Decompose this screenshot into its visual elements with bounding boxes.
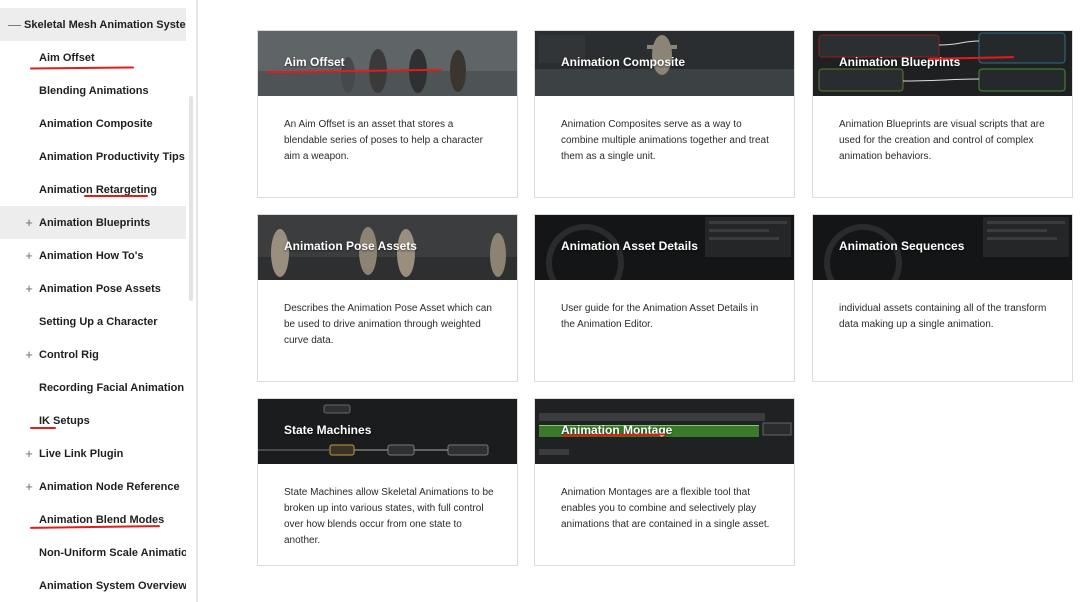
sidebar-item-animation-pose-assets[interactable]: + Animation Pose Assets <box>0 272 186 305</box>
card-title: Aim Offset <box>284 55 345 69</box>
card-title: Animation Blueprints <box>839 55 961 69</box>
card-thumbnail: State Machines <box>258 399 517 464</box>
sidebar-item-label: Blending Animations <box>39 84 149 97</box>
sidebar-item-animation-productivity-tips[interactable]: Animation Productivity Tips ... <box>0 140 186 173</box>
card-title: Animation Montage <box>561 423 673 437</box>
card-description: Animation Blueprints are visual scripts … <box>839 119 1045 162</box>
sidebar-item-recording-facial-animation[interactable]: Recording Facial Animation ... <box>0 371 186 404</box>
sidebar-nav: — Skeletal Mesh Animation System Aim Off… <box>0 0 186 602</box>
card-description: Animation Montages are a flexible tool t… <box>561 487 770 530</box>
card-title: State Machines <box>284 423 372 437</box>
sidebar-item-animation-how-tos[interactable]: + Animation How To's <box>0 239 186 272</box>
card-description: User guide for the Animation Asset Detai… <box>561 303 759 330</box>
sidebar-item-label: Animation Pose Assets <box>39 282 161 295</box>
sidebar-item-live-link-plugin[interactable]: + Live Link Plugin <box>0 437 186 470</box>
card-thumbnail: Aim Offset <box>258 31 517 96</box>
sidebar-item-animation-blend-modes[interactable]: Animation Blend Modes <box>0 503 186 536</box>
sidebar-item-label: Animation Productivity Tips ... <box>39 150 186 163</box>
card-animation-montage[interactable]: Animation Montage Animation Montages are… <box>534 398 795 566</box>
card-thumbnail: Animation Asset Details <box>535 215 794 280</box>
sidebar-item-animation-blueprints[interactable]: + Animation Blueprints <box>0 206 186 239</box>
sidebar-item-label: Aim Offset <box>39 51 95 64</box>
sidebar-item-animation-system-overview[interactable]: Animation System Overview <box>0 569 186 602</box>
card-description: individual assets containing all of the … <box>839 303 1047 330</box>
expand-icon[interactable]: + <box>24 347 34 362</box>
sidebar-item-animation-node-reference[interactable]: + Animation Node Reference <box>0 470 186 503</box>
card-state-machines[interactable]: State Machines State Machines allow Skel… <box>257 398 518 566</box>
sidebar-item-label: Skeletal Mesh Animation System <box>24 18 186 31</box>
sidebar-item-setting-up-a-character[interactable]: Setting Up a Character <box>0 305 186 338</box>
expand-icon[interactable]: + <box>24 215 34 230</box>
sidebar-item-label: Animation Node Reference <box>39 480 180 493</box>
sidebar-item-label: Non-Uniform Scale Animation <box>39 546 186 559</box>
card-animation-pose-assets[interactable]: Animation Pose Assets Describes the Anim… <box>257 214 518 382</box>
card-animation-asset-details[interactable]: Animation Asset Details User guide for t… <box>534 214 795 382</box>
sidebar-item-non-uniform-scale-animation[interactable]: Non-Uniform Scale Animation <box>0 536 186 569</box>
sidebar-item-label: Animation Composite <box>39 117 153 130</box>
sidebar-scrollbar[interactable] <box>189 96 193 301</box>
expand-icon[interactable]: + <box>24 446 34 461</box>
sidebar-item-label: Animation Retargeting <box>39 183 157 196</box>
card-description: Describes the Animation Pose Asset which… <box>284 303 492 346</box>
sidebar-divider <box>196 0 198 602</box>
collapse-icon[interactable]: — <box>8 17 21 32</box>
card-description: State Machines allow Skeletal Animations… <box>284 487 494 546</box>
card-title: Animation Asset Details <box>561 239 698 253</box>
sidebar-item-label: Animation How To's <box>39 249 144 262</box>
sidebar-item-ik-setups[interactable]: IK Setups <box>0 404 186 437</box>
sidebar-item-label: Live Link Plugin <box>39 447 124 460</box>
sidebar-item-animation-retargeting[interactable]: Animation Retargeting <box>0 173 186 206</box>
sidebar-item-blending-animations[interactable]: Blending Animations <box>0 74 186 107</box>
sidebar-item-control-rig[interactable]: + Control Rig <box>0 338 186 371</box>
sidebar-item-label: Animation Blueprints <box>39 216 151 229</box>
card-thumbnail: Animation Pose Assets <box>258 215 517 280</box>
sidebar-item-label: IK Setups <box>39 414 90 427</box>
card-animation-blueprints[interactable]: Animation Blueprints Animation Blueprint… <box>812 30 1073 198</box>
card-description: Animation Composites serve as a way to c… <box>561 119 769 162</box>
sidebar-item-animation-composite[interactable]: Animation Composite <box>0 107 186 140</box>
sidebar-item-label: Recording Facial Animation ... <box>39 381 186 394</box>
sidebar-item-skeletal-mesh-animation-system[interactable]: — Skeletal Mesh Animation System <box>0 8 186 41</box>
card-title: Animation Composite <box>561 55 686 69</box>
card-aim-offset[interactable]: Aim Offset An Aim Offset is an asset tha… <box>257 30 518 198</box>
card-thumbnail: Animation Blueprints <box>813 31 1072 96</box>
card-thumbnail: Animation Composite <box>535 31 794 96</box>
sidebar-item-aim-offset[interactable]: Aim Offset <box>0 41 186 74</box>
expand-icon[interactable]: + <box>24 479 34 494</box>
card-thumbnail: Animation Sequences <box>813 215 1072 280</box>
sidebar-item-label: Animation System Overview <box>39 579 186 592</box>
card-animation-composite[interactable]: Animation Composite Animation Composites… <box>534 30 795 198</box>
sidebar-item-label: Control Rig <box>39 348 99 361</box>
card-title: Animation Sequences <box>839 239 965 253</box>
card-animation-sequences[interactable]: Animation Sequences individual assets co… <box>812 214 1073 382</box>
expand-icon[interactable]: + <box>24 248 34 263</box>
expand-icon[interactable]: + <box>24 281 34 296</box>
card-description: An Aim Offset is an asset that stores a … <box>284 119 484 162</box>
card-title: Animation Pose Assets <box>284 239 417 253</box>
sidebar-item-label: Setting Up a Character <box>39 315 158 328</box>
sidebar-item-label: Animation Blend Modes <box>39 513 165 526</box>
card-thumbnail: Animation Montage <box>535 399 794 464</box>
